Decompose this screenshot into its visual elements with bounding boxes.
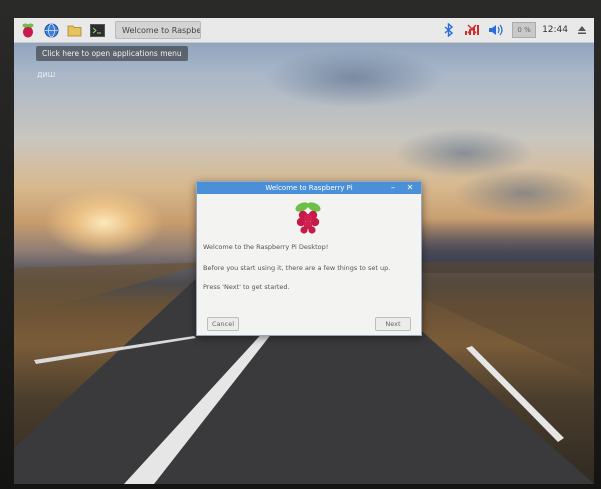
- network-button[interactable]: [464, 22, 480, 38]
- dialog-title: Welcome to Raspberry Pi: [265, 184, 353, 192]
- cpu-label: 0 %: [517, 26, 531, 34]
- applications-menu-button[interactable]: [18, 21, 38, 39]
- clock[interactable]: 12:44: [542, 25, 568, 35]
- terminal-button[interactable]: [87, 21, 107, 39]
- web-browser-icon: [44, 23, 58, 37]
- web-browser-button[interactable]: [41, 21, 61, 39]
- network-disconnected-icon: [465, 24, 480, 35]
- raspberry-logo-icon: [295, 202, 321, 234]
- bluetooth-icon: [444, 23, 453, 37]
- raspberry-pi-logo: [293, 201, 323, 235]
- file-manager-icon: [67, 25, 81, 36]
- eject-button[interactable]: [574, 22, 590, 38]
- system-tray: 0 % 12:44: [440, 18, 594, 42]
- cancel-button[interactable]: Cancel: [207, 317, 239, 331]
- minimize-button[interactable]: –: [387, 182, 399, 194]
- volume-button[interactable]: [488, 22, 504, 38]
- desktop-icon-label[interactable]: ДИШ: [37, 71, 55, 79]
- next-button[interactable]: Next: [375, 317, 411, 331]
- welcome-heading: Welcome to the Raspberry Pi Desktop!: [203, 243, 329, 251]
- setup-intro-text: Before you start using it, there are a f…: [203, 264, 391, 272]
- next-instruction-text: Press 'Next' to get started.: [203, 283, 290, 291]
- taskbar-item-welcome[interactable]: Welcome to Raspberr...: [115, 21, 201, 39]
- raspberry-menu-icon: [22, 23, 34, 38]
- bluetooth-button[interactable]: [440, 22, 456, 38]
- next-button-label: Next: [385, 320, 401, 328]
- terminal-icon: [89, 23, 105, 37]
- menu-tooltip: Click here to open applications menu: [36, 46, 188, 61]
- welcome-dialog: Welcome to Raspberry Pi – ✕ Welcome to t…: [196, 181, 422, 336]
- dialog-titlebar[interactable]: Welcome to Raspberry Pi – ✕: [197, 182, 421, 194]
- top-panel: Welcome to Raspberr... 0 % 12:44: [14, 18, 594, 43]
- taskbar-item-label: Welcome to Raspberr...: [122, 25, 201, 35]
- cpu-monitor[interactable]: 0 %: [512, 22, 537, 38]
- cancel-button-label: Cancel: [211, 320, 235, 328]
- eject-icon: [578, 26, 586, 34]
- file-manager-button[interactable]: [64, 21, 84, 39]
- volume-icon: [489, 24, 503, 36]
- close-button[interactable]: ✕: [404, 182, 416, 194]
